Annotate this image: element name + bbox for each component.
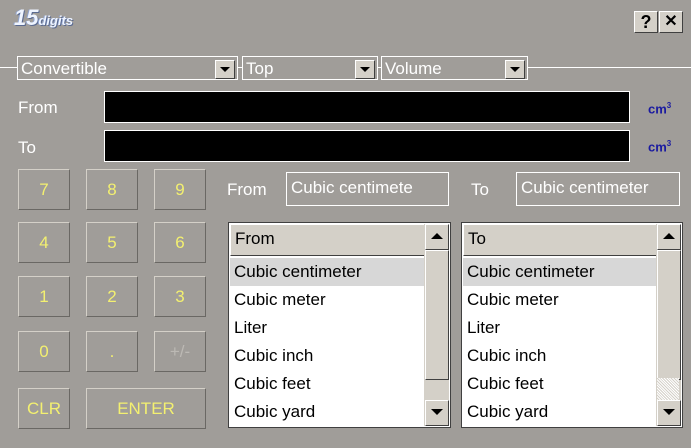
list-item[interactable]: Cubic inch: [463, 342, 657, 370]
key-8[interactable]: 8: [86, 169, 138, 210]
key-0[interactable]: 0: [18, 331, 70, 372]
key-4[interactable]: 4: [18, 222, 70, 263]
mode-select-value: Convertible: [21, 59, 107, 78]
from-list-header[interactable]: From: [230, 224, 427, 256]
list-item[interactable]: Liter: [230, 314, 425, 342]
to-list-scrollbar[interactable]: [656, 224, 681, 426]
key-5[interactable]: 5: [86, 222, 138, 263]
key-6[interactable]: 6: [154, 222, 206, 263]
key-3[interactable]: 3: [154, 276, 206, 317]
app-logo: 15digits: [14, 5, 74, 30]
key-9[interactable]: 9: [154, 169, 206, 210]
list-item[interactable]: Cubic inch: [230, 342, 425, 370]
category-select[interactable]: Volume: [381, 56, 528, 80]
scroll-down-icon[interactable]: [425, 400, 449, 426]
to-unit-field[interactable]: Cubic centimeter: [516, 172, 680, 206]
list-item[interactable]: Cubic yard: [230, 398, 425, 426]
scroll-down-icon[interactable]: [657, 400, 681, 426]
chevron-down-icon[interactable]: [215, 60, 235, 79]
to-unit-label: cm3: [648, 139, 671, 154]
list-item[interactable]: Liter: [463, 314, 657, 342]
to-display-label: To: [18, 138, 36, 157]
unit-base: cm: [648, 101, 667, 117]
list-item[interactable]: Cubic centimeter: [463, 258, 657, 286]
to-value-display: [104, 130, 630, 162]
from-display-label: From: [18, 98, 58, 117]
unit-base: cm: [648, 139, 667, 155]
list-item[interactable]: Cubic meter: [463, 286, 657, 314]
key-2[interactable]: 2: [86, 276, 138, 317]
from-unit-field-label: From: [227, 180, 267, 199]
scroll-thumb[interactable]: [657, 250, 681, 380]
help-button[interactable]: ?: [634, 11, 658, 33]
chevron-down-icon[interactable]: [505, 60, 525, 79]
from-unit-list[interactable]: From Cubic centimeter Cubic meter Liter …: [228, 222, 451, 428]
position-select[interactable]: Top: [242, 56, 378, 80]
clear-button[interactable]: CLR: [18, 388, 70, 429]
key-7[interactable]: 7: [18, 169, 70, 210]
to-unit-field-label: To: [471, 180, 489, 199]
list-item[interactable]: Cubic feet: [463, 370, 657, 398]
to-list-header[interactable]: To: [463, 224, 659, 256]
list-item[interactable]: Cubic yard: [463, 398, 657, 426]
to-unit-list[interactable]: To Cubic centimeter Cubic meter Liter Cu…: [461, 222, 683, 428]
logo-number: 15: [14, 5, 39, 30]
key-plus-minus[interactable]: +/-: [154, 331, 206, 372]
list-item[interactable]: Cubic meter: [230, 286, 425, 314]
scroll-up-icon[interactable]: [657, 224, 681, 250]
scroll-thumb[interactable]: [425, 250, 449, 380]
list-item[interactable]: Cubic centimeter: [230, 258, 425, 286]
enter-button[interactable]: ENTER: [86, 388, 206, 429]
scroll-up-icon[interactable]: [425, 224, 449, 250]
mode-select[interactable]: Convertible: [17, 56, 238, 80]
position-select-value: Top: [246, 59, 274, 78]
unit-exponent: 3: [666, 139, 672, 148]
chevron-down-icon[interactable]: [355, 60, 375, 79]
category-select-value: Volume: [385, 59, 442, 78]
from-unit-field[interactable]: Cubic centimete: [286, 172, 449, 206]
key-1[interactable]: 1: [18, 276, 70, 317]
from-list-scrollbar[interactable]: [424, 224, 449, 426]
close-button[interactable]: ✕: [659, 11, 683, 33]
list-item[interactable]: Cubic feet: [230, 370, 425, 398]
scroll-track[interactable]: [657, 378, 679, 400]
from-unit-label: cm3: [648, 101, 671, 116]
from-value-display: [104, 91, 630, 123]
key-decimal[interactable]: .: [86, 331, 138, 372]
unit-exponent: 3: [666, 101, 672, 110]
logo-word: digits: [38, 13, 74, 28]
